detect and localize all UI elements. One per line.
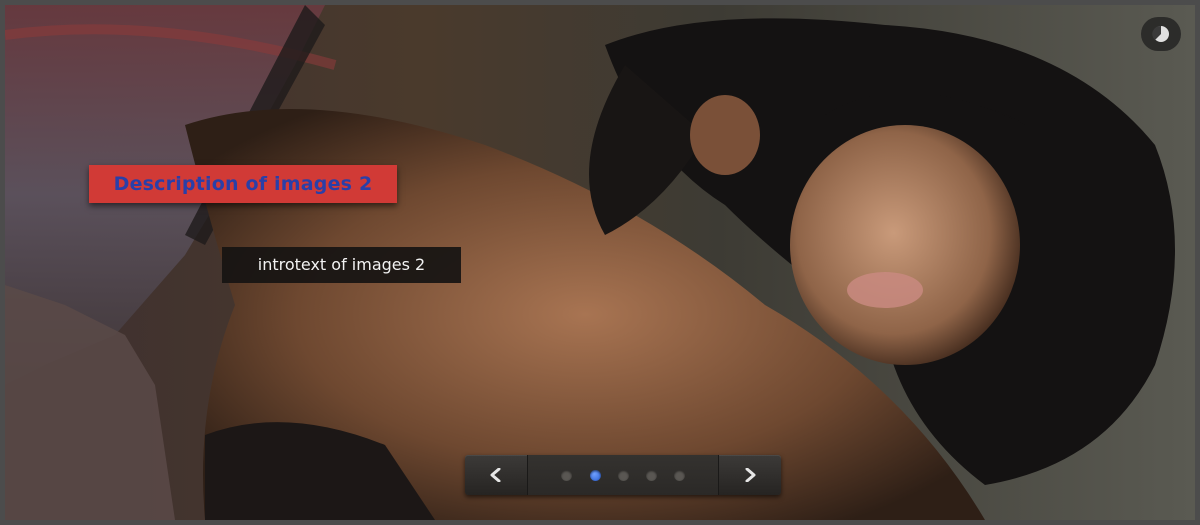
slide-intro-caption: introtext of images 2 [222,247,461,283]
pagination-dots [528,455,718,495]
pagination-dot-3[interactable] [618,470,629,481]
chevron-right-icon [745,468,756,482]
image-slider: Description of images 2 introtext of ima… [0,0,1200,525]
slide-image: Description of images 2 introtext of ima… [5,5,1195,520]
pagination-dot-4[interactable] [646,470,657,481]
slide-timer [1141,17,1181,51]
chevron-left-icon [490,468,501,482]
slide-photo [5,5,1195,520]
slide-title-caption: Description of images 2 [89,165,397,203]
slider-navigation [465,455,781,495]
pagination-dot-2[interactable] [590,470,601,481]
pagination-dot-5[interactable] [674,470,685,481]
prev-slide-button[interactable] [465,455,528,495]
next-slide-button[interactable] [718,455,781,495]
pie-timer-icon [1152,25,1169,42]
pagination-dot-1[interactable] [561,470,572,481]
